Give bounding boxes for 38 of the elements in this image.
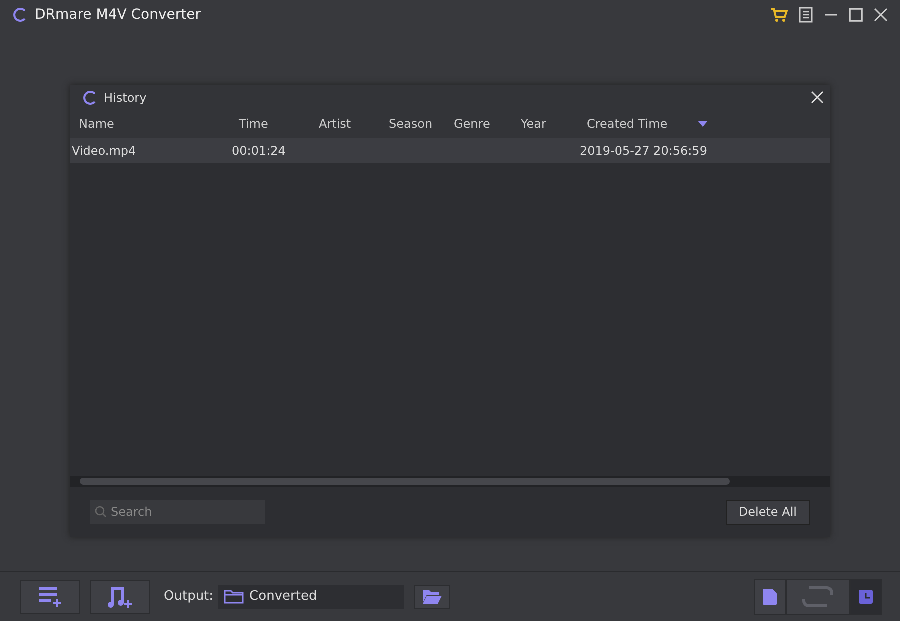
open-folder-button[interactable] [414,584,450,608]
add-music-button[interactable] [90,580,150,614]
column-header[interactable]: Artist [319,110,389,138]
folder-icon [224,590,244,604]
column-header[interactable]: Created Time [587,110,717,138]
logo-icon [12,7,28,23]
history-logo-icon [82,90,98,106]
history-button[interactable] [850,578,882,614]
close-icon[interactable] [811,91,824,104]
open-folder-icon [422,589,442,604]
delete-all-button[interactable]: Delete All [726,500,810,524]
table-cell: 2019-05-27 20:56:59 [580,144,708,158]
clock-icon [858,588,874,604]
output-field[interactable]: Converted [218,584,404,608]
table-cell: 00:01:24 [232,144,286,158]
table-cell: Video.mp4 [72,144,136,158]
window-title: DRmare M4V Converter [35,7,201,23]
column-header[interactable]: Season [389,110,454,138]
menu-icon[interactable] [799,7,813,23]
file-icon [762,588,778,606]
convert-icon [801,584,835,608]
horizontal-scrollbar[interactable] [70,476,830,487]
cart-icon[interactable] [770,7,788,23]
search-field[interactable]: Search [90,500,265,524]
close-icon[interactable] [874,7,888,23]
column-header[interactable]: Name [79,110,239,138]
maximize-icon[interactable] [849,7,863,23]
list-add-icon [38,586,62,608]
dialog-title: History [104,90,147,104]
music-add-icon [107,584,133,608]
sort-descending-icon[interactable] [698,120,708,128]
table-row[interactable]: Video.mp4 00:01:24 2019-05-27 20:56:59 [70,138,830,163]
column-header[interactable]: Time [239,110,319,138]
output-label: Output: [164,589,214,604]
add-list-button[interactable] [20,580,80,614]
file-button[interactable] [754,578,786,614]
column-header[interactable]: Year [521,110,587,138]
column-header[interactable]: Genre [454,110,521,138]
